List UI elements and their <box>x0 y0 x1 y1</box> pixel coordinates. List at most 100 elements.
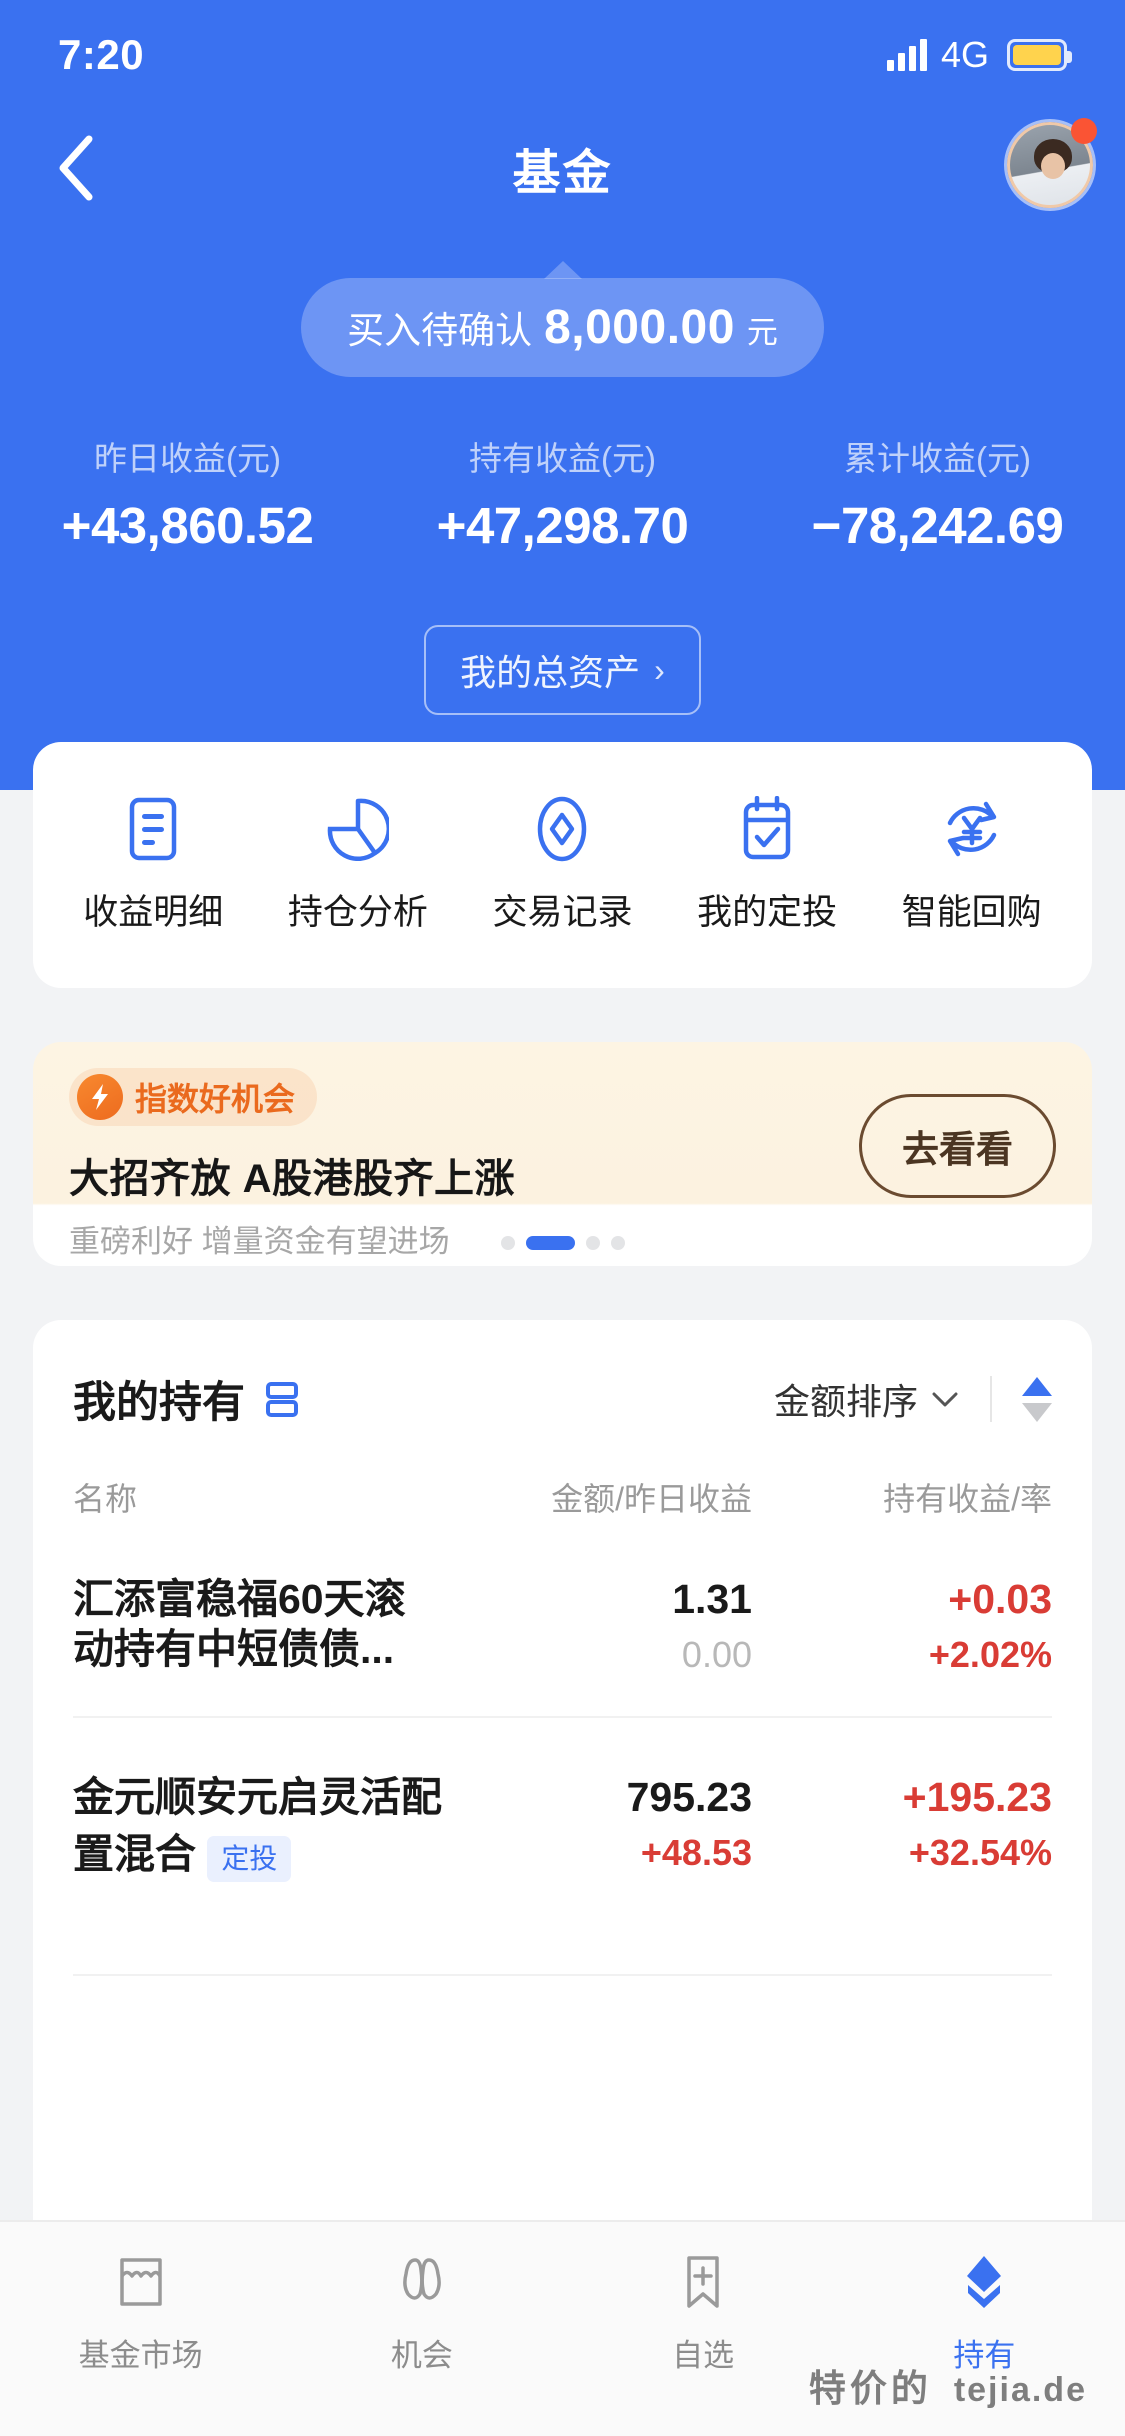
stat-value: +47,298.70 <box>436 497 689 554</box>
quick-actions-row: 收益明细 持仓分析 交易记录 我的定投 智能回购 <box>33 742 1092 988</box>
holdings-tools: 金额排序 <box>774 1373 1052 1425</box>
nav-tab-opportunity[interactable]: 机会 <box>281 2250 562 2375</box>
tools-divider <box>990 1376 992 1422</box>
promo-cta-button[interactable]: 去看看 <box>859 1094 1056 1198</box>
calendar-check-icon <box>734 795 800 862</box>
status-bar: 7:20 4G <box>0 0 1125 110</box>
row-divider <box>73 1974 1052 1977</box>
store-icon <box>110 2250 172 2314</box>
quick-action-income-detail[interactable]: 收益明细 <box>51 796 256 935</box>
promo-tag: 指数好机会 <box>69 1068 318 1126</box>
pagination-dot[interactable] <box>585 1236 600 1250</box>
sort-arrow-down <box>1022 1402 1052 1422</box>
watermark-cn: 特价的 <box>808 2368 932 2409</box>
holdings-title-wrap: 我的持有 <box>73 1368 303 1430</box>
status-badge: 定投 <box>207 1836 292 1883</box>
promo-title: 大招齐放 A股港股齐上涨 <box>69 1157 515 1201</box>
banner-pagination <box>33 1236 1092 1250</box>
avatar[interactable] <box>1007 118 1097 208</box>
quick-action-position-analysis[interactable]: 持仓分析 <box>256 796 461 935</box>
column-header-amount: 金额/昨日收益 <box>551 1481 752 1517</box>
pagination-dot-active[interactable] <box>525 1236 575 1250</box>
fund-profit-cell: +0.03 +2.02% <box>752 1574 1052 1676</box>
stat-label: 累计收益(元) <box>844 440 1031 477</box>
back-button[interactable] <box>30 123 120 213</box>
table-row[interactable]: 金元顺安元启灵活配置混合 定投 795.23 +48.53 +195.23 +3… <box>33 1772 1092 1883</box>
chevron-left-icon <box>59 135 93 200</box>
fund-amount-cell: 795.23 +48.53 <box>452 1772 752 1874</box>
promo-banner-inner: 指数好机会 大招齐放 A股港股齐上涨 重磅利好 增量资金有望进场 去看看 <box>33 1042 1092 1266</box>
fund-holding-profit: +0.03 <box>948 1576 1052 1622</box>
list-view-icon[interactable] <box>261 1378 303 1420</box>
fund-amount: 1.31 <box>672 1576 752 1622</box>
nav-label: 基金市场 <box>78 2338 203 2373</box>
quick-action-label: 交易记录 <box>492 892 633 932</box>
stat-yesterday[interactable]: 昨日收益(元) +43,860.52 <box>0 432 375 555</box>
sort-arrow-up <box>1022 1376 1052 1396</box>
chevron-right-icon: › <box>654 651 665 688</box>
binoculars-icon <box>391 2250 453 2314</box>
chevron-down-icon <box>932 1392 958 1407</box>
lightning-circle-icon <box>77 1074 123 1120</box>
stat-label: 持有收益(元) <box>469 440 656 477</box>
status-time: 7:20 <box>58 31 145 78</box>
nav-tab-holdings[interactable]: 持有 <box>844 2250 1125 2375</box>
quick-action-transaction-record[interactable]: 交易记录 <box>460 796 665 935</box>
fund-holding-rate: +32.54% <box>908 1832 1052 1874</box>
stat-label: 昨日收益(元) <box>94 440 281 477</box>
notification-dot <box>1071 118 1097 144</box>
column-header-profit: 持有收益/率 <box>883 1481 1052 1517</box>
quick-actions-card: 收益明细 持仓分析 交易记录 我的定投 智能回购 <box>33 742 1092 988</box>
column-header-name: 名称 <box>73 1481 138 1517</box>
stat-value: −78,242.69 <box>811 497 1064 554</box>
promo-banner-card[interactable]: 指数好机会 大招齐放 A股港股齐上涨 重磅利好 增量资金有望进场 去看看 <box>33 1042 1092 1266</box>
quick-action-smart-repurchase[interactable]: 智能回购 <box>869 796 1074 935</box>
pending-amount: 8,000.00 <box>544 301 735 354</box>
hero-header: 7:20 4G 基金 买入待确认 8,000.00 元 昨日收益(元) +43,… <box>0 0 1125 790</box>
quick-action-my-sip[interactable]: 我的定投 <box>665 795 870 935</box>
pending-label: 买入待确认 <box>347 310 533 351</box>
app-root: 7:20 4G 基金 买入待确认 8,000.00 元 昨日收益(元) +43,… <box>0 0 1125 2436</box>
watermark: 特价的 tejia.de <box>809 2358 1087 2412</box>
sort-dropdown[interactable]: 金额排序 <box>774 1373 960 1425</box>
quick-action-label: 智能回购 <box>901 892 1042 932</box>
total-assets-button[interactable]: 我的总资产 › <box>424 625 701 715</box>
sort-label: 金额排序 <box>773 1381 918 1422</box>
quick-action-label: 我的定投 <box>697 892 838 932</box>
pending-confirmation-pill[interactable]: 买入待确认 8,000.00 元 <box>301 278 824 377</box>
table-row[interactable]: 汇添富稳福60天滚动持有中短债债... 1.31 0.00 +0.03 +2.0… <box>33 1574 1092 1676</box>
fund-yesterday-profit: +48.53 <box>640 1832 752 1874</box>
nav-tab-market[interactable]: 基金市场 <box>0 2250 281 2375</box>
earnings-summary: 昨日收益(元) +43,860.52 持有收益(元) +47,298.70 累计… <box>0 432 1125 555</box>
total-assets-wrap: 我的总资产 › <box>0 625 1125 715</box>
fund-name-wrap: 金元顺安元启灵活配置混合 定投 <box>73 1772 452 1883</box>
fund-amount: 795.23 <box>626 1774 752 1821</box>
status-indicators: 4G <box>886 34 1072 76</box>
pie-chart-icon <box>325 796 391 862</box>
nav-label: 自选 <box>672 2338 735 2373</box>
stat-cumulative[interactable]: 累计收益(元) −78,242.69 <box>750 432 1125 555</box>
nav-tab-watchlist[interactable]: 自选 <box>563 2250 844 2375</box>
page-title: 基金 <box>512 146 613 200</box>
pagination-dot[interactable] <box>500 1236 515 1250</box>
pagination-dot[interactable] <box>610 1236 625 1250</box>
nav-bar: 基金 <box>0 110 1125 225</box>
layers-diamond-icon <box>955 2250 1013 2314</box>
fund-amount-cell: 1.31 0.00 <box>452 1574 752 1676</box>
network-label: 4G <box>940 34 989 75</box>
sort-arrows-icon[interactable] <box>1022 1376 1052 1422</box>
document-list-icon <box>120 796 186 862</box>
promo-banner-content: 指数好机会 大招齐放 A股港股齐上涨 重磅利好 增量资金有望进场 <box>69 1068 515 1261</box>
row-divider <box>73 1716 1052 1719</box>
battery-icon <box>1007 39 1072 71</box>
yuan-refresh-icon <box>939 796 1005 862</box>
fund-name: 汇添富稳福60天滚动持有中短债债... <box>73 1576 406 1673</box>
stat-value: +43,860.52 <box>61 497 314 554</box>
total-assets-label: 我的总资产 <box>460 652 641 693</box>
fund-profit-cell: +195.23 +32.54% <box>752 1772 1052 1874</box>
diamond-icon <box>529 796 595 862</box>
quick-action-label: 持仓分析 <box>287 892 428 932</box>
nav-label: 机会 <box>390 2338 453 2373</box>
stat-holding[interactable]: 持有收益(元) +47,298.70 <box>375 432 750 555</box>
holdings-title: 我的持有 <box>73 1379 245 1427</box>
